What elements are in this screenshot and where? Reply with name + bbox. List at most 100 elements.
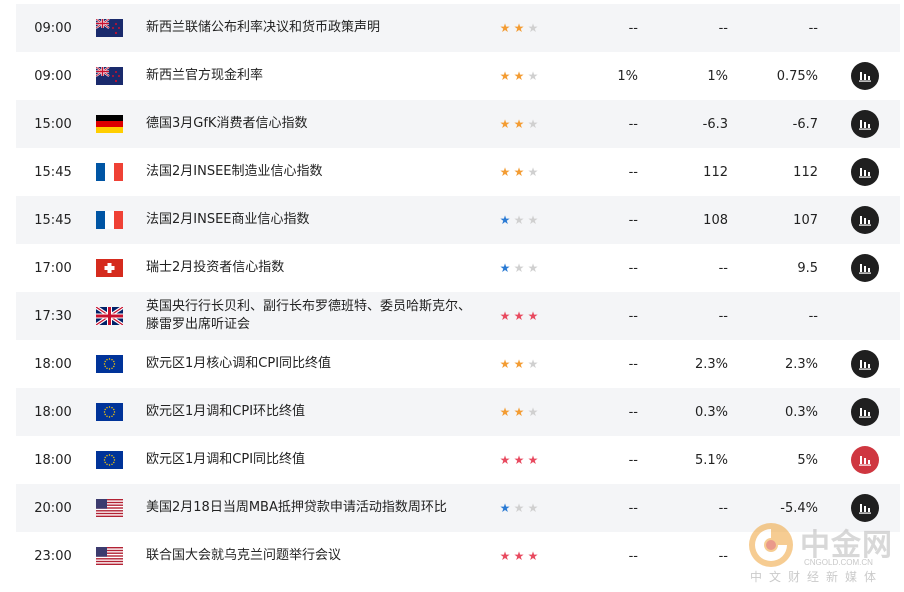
importance-rating: ★ ★ ★ [498,148,544,196]
event-title[interactable]: 新西兰联储公布利率决议和货币政策声明 [146,4,476,52]
table-row[interactable]: 15:00 德国3月GfK消费者信心指数 ★ ★ ★ -- -6.3 -6.7 [16,100,900,148]
actual-value: 0.75% [776,68,818,84]
importance-star-icon: ★ [527,69,539,83]
event-title[interactable]: 欧元区1月调和CPI同比终值 [146,436,476,484]
event-title[interactable]: 美国2月18日当周MBA抵押贷款申请活动指数周环比 [146,484,476,532]
previous-value: -- [628,164,638,180]
importance-star-icon: ★ [499,213,511,227]
chart-button[interactable] [851,254,879,282]
table-row[interactable]: 17:00 瑞士2月投资者信心指数 ★ ★ ★ -- -- 9.5 [16,244,900,292]
chart-button[interactable] [851,62,879,90]
switzerland-flag-icon [96,259,123,277]
importance-rating: ★ ★ ★ [498,436,544,484]
forecast-value: -6.3 [702,116,728,132]
importance-star-icon: ★ [527,21,539,35]
importance-rating: ★ ★ ★ [498,100,544,148]
previous-value: -- [628,116,638,132]
france-flag-icon [96,163,123,181]
importance-star-icon: ★ [513,261,525,275]
importance-star-icon: ★ [499,309,511,323]
previous-value: 1% [617,68,638,84]
table-row[interactable]: 15:45 法国2月INSEE商业信心指数 ★ ★ ★ -- 108 107 [16,196,900,244]
importance-star-icon: ★ [513,69,525,83]
importance-star-icon: ★ [513,21,525,35]
eu-flag-icon [96,451,123,469]
chart-button[interactable] [851,206,879,234]
actual-value: 2.3% [784,356,818,372]
chart-button[interactable] [851,398,879,426]
table-row[interactable]: 09:00 新西兰官方现金利率 ★ ★ ★ 1% 1% 0.75% [16,52,900,100]
eu-flag-icon [96,403,123,421]
bar-chart-icon [859,360,871,370]
event-time: 18:00 [34,356,72,372]
usa-flag-icon [96,499,123,517]
importance-star-icon: ★ [499,69,511,83]
event-title[interactable]: 联合国大会就乌克兰问题举行会议 [146,532,476,580]
table-row[interactable]: 17:30 英国央行行长贝利、副行长布罗德班特、委员哈斯克尔、滕雷罗出席听证会 … [16,292,900,340]
chart-button[interactable] [851,158,879,186]
importance-star-icon: ★ [499,453,511,467]
forecast-value: 112 [703,164,728,180]
chart-button[interactable] [851,446,879,474]
importance-star-icon: ★ [527,357,539,371]
chart-button[interactable] [851,350,879,378]
actual-value: -- [808,20,818,36]
actual-value: 0.3% [784,404,818,420]
event-time: 23:00 [34,548,72,564]
previous-value: -- [628,212,638,228]
table-row[interactable]: 18:00 欧元区1月调和CPI环比终值 ★ ★ ★ -- 0.3% 0.3% [16,388,900,436]
logo-icon [749,523,793,567]
importance-star-icon: ★ [513,549,525,563]
forecast-value: 108 [703,212,728,228]
forecast-value: -- [718,20,728,36]
watermark-url: CNGOLD.COM.CN [804,558,873,567]
usa-flag-icon [96,547,123,565]
importance-star-icon: ★ [527,117,539,131]
importance-star-icon: ★ [513,453,525,467]
watermark-tagline: 中文财经新媒体 [750,570,884,584]
importance-star-icon: ★ [513,117,525,131]
table-row[interactable]: 18:00 欧元区1月核心调和CPI同比终值 ★ ★ ★ -- 2.3% 2.3% [16,340,900,388]
importance-star-icon: ★ [499,501,511,515]
france-flag-icon [96,211,123,229]
importance-star-icon: ★ [527,261,539,275]
importance-star-icon: ★ [513,165,525,179]
event-title[interactable]: 德国3月GfK消费者信心指数 [146,100,476,148]
importance-star-icon: ★ [527,453,539,467]
actual-value: 107 [793,212,818,228]
uk-flag-icon [96,307,123,325]
importance-rating: ★ ★ ★ [498,340,544,388]
previous-value: -- [628,308,638,324]
forecast-value: 1% [707,68,728,84]
event-title[interactable]: 法国2月INSEE制造业信心指数 [146,148,476,196]
importance-star-icon: ★ [527,165,539,179]
table-row[interactable]: 15:45 法国2月INSEE制造业信心指数 ★ ★ ★ -- 112 112 [16,148,900,196]
importance-rating: ★ ★ ★ [498,484,544,532]
event-time: 18:00 [34,404,72,420]
bar-chart-icon [859,216,871,226]
event-title[interactable]: 欧元区1月核心调和CPI同比终值 [146,340,476,388]
importance-star-icon: ★ [499,261,511,275]
event-title[interactable]: 欧元区1月调和CPI环比终值 [146,388,476,436]
germany-flag-icon [96,115,123,133]
event-title[interactable]: 新西兰官方现金利率 [146,52,476,100]
previous-value: -- [628,20,638,36]
forecast-value: -- [718,500,728,516]
forecast-value: -- [718,260,728,276]
previous-value: -- [628,500,638,516]
importance-star-icon: ★ [513,405,525,419]
table-row[interactable]: 18:00 欧元区1月调和CPI同比终值 ★ ★ ★ -- 5.1% 5% [16,436,900,484]
previous-value: -- [628,356,638,372]
event-title[interactable]: 瑞士2月投资者信心指数 [146,244,476,292]
importance-star-icon: ★ [499,21,511,35]
chart-button[interactable] [851,110,879,138]
table-row[interactable]: 09:00 新西兰联储公布利率决议和货币政策声明 ★ ★ ★ -- -- -- [16,4,900,52]
bar-chart-icon [859,504,871,514]
importance-star-icon: ★ [499,165,511,179]
previous-value: -- [628,260,638,276]
economic-calendar-table: 09:00 新西兰联储公布利率决议和货币政策声明 ★ ★ ★ -- -- -- 09… [16,4,900,580]
importance-star-icon: ★ [513,213,525,227]
event-time: 20:00 [34,500,72,516]
event-title[interactable]: 英国央行行长贝利、副行长布罗德班特、委员哈斯克尔、滕雷罗出席听证会 [146,292,476,340]
event-title[interactable]: 法国2月INSEE商业信心指数 [146,196,476,244]
